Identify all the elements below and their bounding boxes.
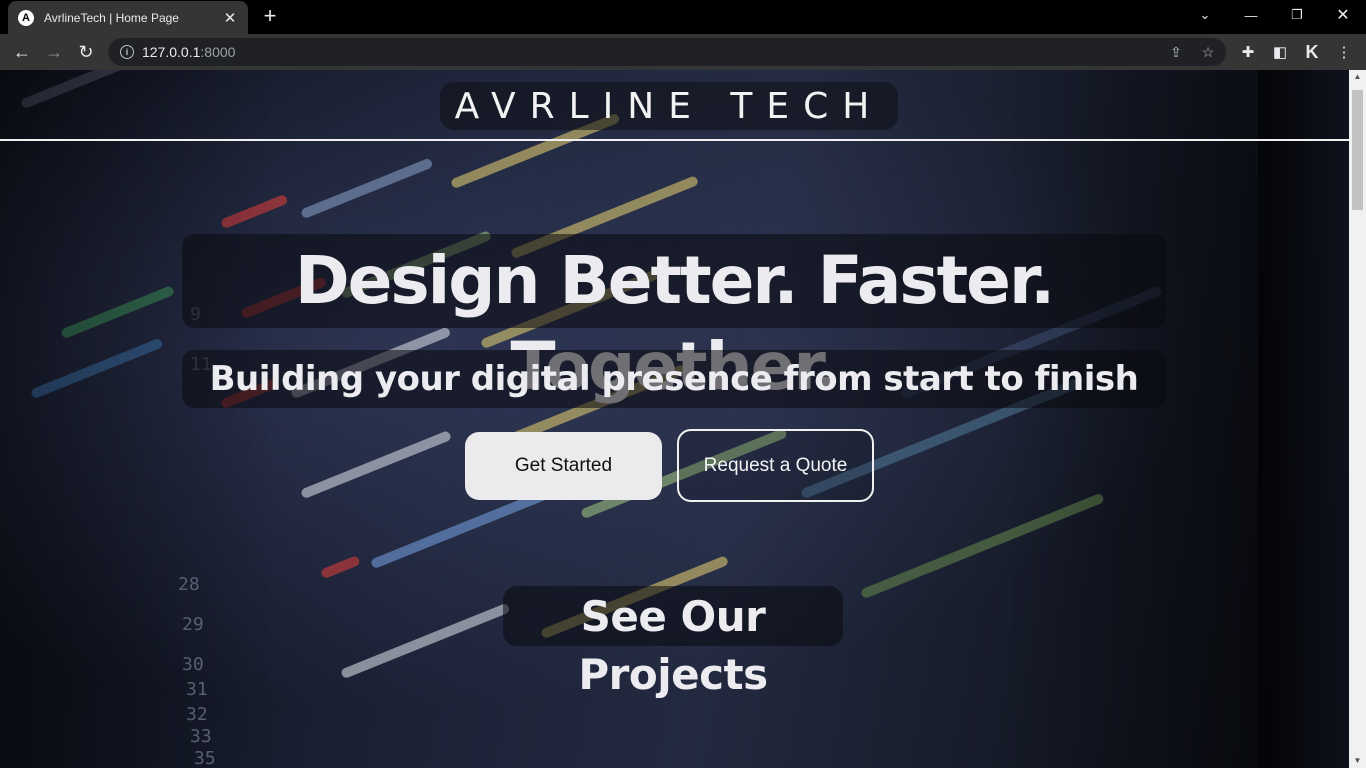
extension-k-icon[interactable]: K bbox=[1302, 42, 1322, 62]
scroll-down-arrow-icon[interactable]: ▼ bbox=[1349, 754, 1366, 768]
menu-kebab-icon[interactable]: ⋮ bbox=[1334, 42, 1354, 62]
side-panel-icon[interactable]: ◧ bbox=[1270, 42, 1290, 62]
scrollbar-thumb[interactable] bbox=[1352, 90, 1363, 210]
address-bar[interactable]: i 127.0.0.1:8000 ⇪ ☆ bbox=[108, 38, 1226, 66]
browser-tab-strip: A AvrlineTech | Home Page ✕ + ⌄ — ❐ ✕ bbox=[0, 0, 1366, 34]
browser-tab[interactable]: A AvrlineTech | Home Page ✕ bbox=[8, 1, 248, 34]
projects-heading: See Our Projects bbox=[578, 592, 768, 699]
scroll-up-arrow-icon[interactable]: ▲ bbox=[1349, 70, 1366, 84]
page-viewport: 91128 293031 323335 AVRLINE TECH Design … bbox=[0, 70, 1349, 768]
site-favicon-icon: A bbox=[18, 9, 34, 26]
close-window-button[interactable]: ✕ bbox=[1320, 0, 1366, 30]
hero-subtitle: Building your digital presence from star… bbox=[209, 359, 1139, 399]
request-quote-button[interactable]: Request a Quote bbox=[677, 429, 874, 502]
tab-search-chevron-icon[interactable]: ⌄ bbox=[1182, 0, 1228, 30]
share-icon[interactable]: ⇪ bbox=[1168, 44, 1184, 60]
bookmark-star-icon[interactable]: ☆ bbox=[1200, 44, 1216, 60]
page-scrollbar[interactable]: ▲ ▼ bbox=[1349, 70, 1366, 768]
forward-arrow-icon[interactable]: → bbox=[40, 38, 68, 66]
tab-close-icon[interactable]: ✕ bbox=[222, 9, 238, 27]
reload-icon[interactable]: ↻ bbox=[72, 38, 100, 66]
extensions-puzzle-icon[interactable]: ✚ bbox=[1238, 42, 1258, 62]
header-divider bbox=[0, 139, 1349, 141]
url-host: 127.0.0.1 bbox=[142, 44, 201, 60]
get-started-button[interactable]: Get Started bbox=[465, 432, 662, 500]
browser-toolbar: ← → ↻ i 127.0.0.1:8000 ⇪ ☆ ✚ ◧ K ⋮ bbox=[0, 34, 1366, 70]
back-arrow-icon[interactable]: ← bbox=[8, 38, 36, 66]
new-tab-button[interactable]: + bbox=[258, 4, 282, 28]
minimize-button[interactable]: — bbox=[1228, 0, 1274, 30]
site-logo[interactable]: AVRLINE TECH bbox=[440, 82, 898, 130]
restore-button[interactable]: ❐ bbox=[1274, 0, 1320, 30]
url-port: :8000 bbox=[200, 44, 236, 60]
tab-title: AvrlineTech | Home Page bbox=[44, 10, 179, 25]
site-info-icon[interactable]: i bbox=[120, 45, 134, 59]
monitor-edge-decoration bbox=[1258, 70, 1349, 768]
